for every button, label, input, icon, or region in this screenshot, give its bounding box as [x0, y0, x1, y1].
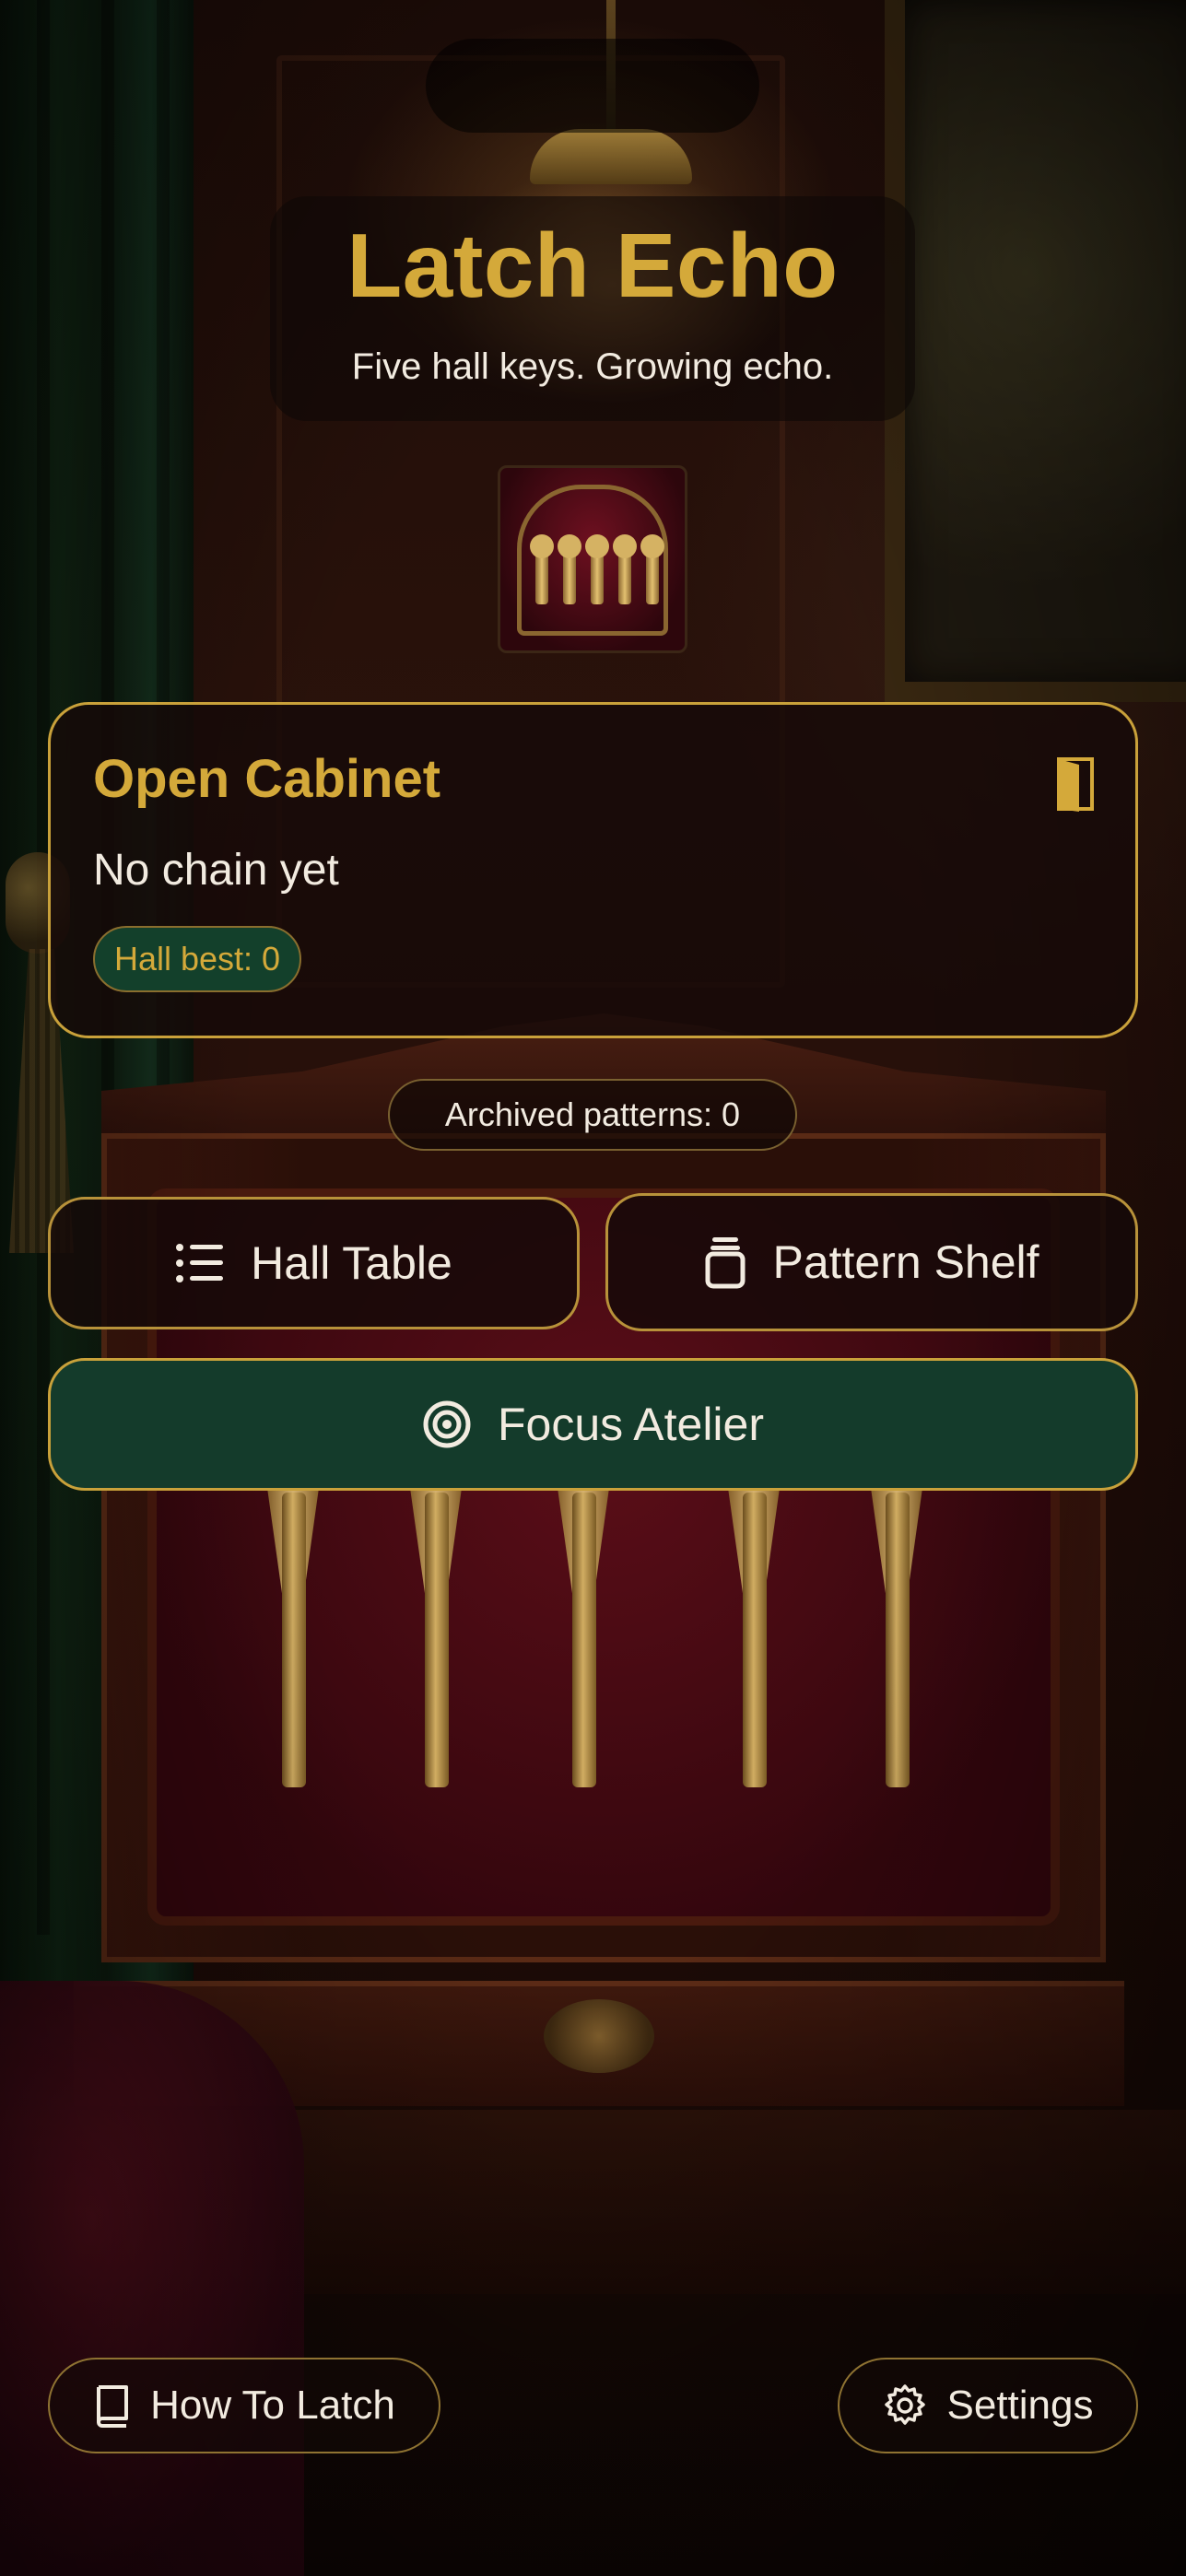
title-card: Latch Echo Five hall keys. Growing echo.: [270, 196, 915, 421]
card-title: Open Cabinet: [93, 749, 441, 809]
how-to-latch-button[interactable]: How To Latch: [48, 2358, 440, 2453]
cabinet-thumbnail: [498, 465, 687, 653]
door-icon: [1057, 757, 1094, 812]
settings-button[interactable]: Settings: [838, 2358, 1138, 2453]
hall-table-label: Hall Table: [251, 1237, 452, 1289]
thumbnail-key: [640, 534, 664, 604]
thumbnail-key: [558, 534, 581, 604]
gear-icon: [884, 2384, 925, 2425]
app-subtitle: Five hall keys. Growing echo.: [351, 346, 834, 387]
thumbnail-key: [530, 534, 554, 604]
home-screen: Latch Echo Five hall keys. Growing echo.…: [0, 0, 1186, 2576]
chain-status: No chain yet: [93, 846, 339, 895]
open-cabinet-card[interactable]: Open Cabinet No chain yet Hall best: 0: [48, 702, 1138, 1038]
target-icon: [423, 1400, 471, 1448]
jar-icon: [705, 1237, 746, 1289]
pattern-shelf-label: Pattern Shelf: [772, 1236, 1039, 1288]
pattern-shelf-button[interactable]: Pattern Shelf: [605, 1193, 1138, 1331]
list-icon: [176, 1244, 224, 1282]
archived-patterns-badge: Archived patterns: 0: [388, 1079, 797, 1151]
book-icon: [97, 2385, 129, 2428]
thumbnail-key: [585, 534, 609, 604]
focus-atelier-label: Focus Atelier: [497, 1399, 764, 1450]
thumbnail-key: [613, 534, 637, 604]
app-title: Latch Echo: [346, 215, 839, 316]
settings-label: Settings: [946, 2383, 1094, 2428]
how-to-latch-label: How To Latch: [150, 2383, 395, 2428]
focus-atelier-button[interactable]: Focus Atelier: [48, 1358, 1138, 1491]
hall-table-button[interactable]: Hall Table: [48, 1197, 580, 1329]
hall-best-badge: Hall best: 0: [93, 926, 301, 992]
